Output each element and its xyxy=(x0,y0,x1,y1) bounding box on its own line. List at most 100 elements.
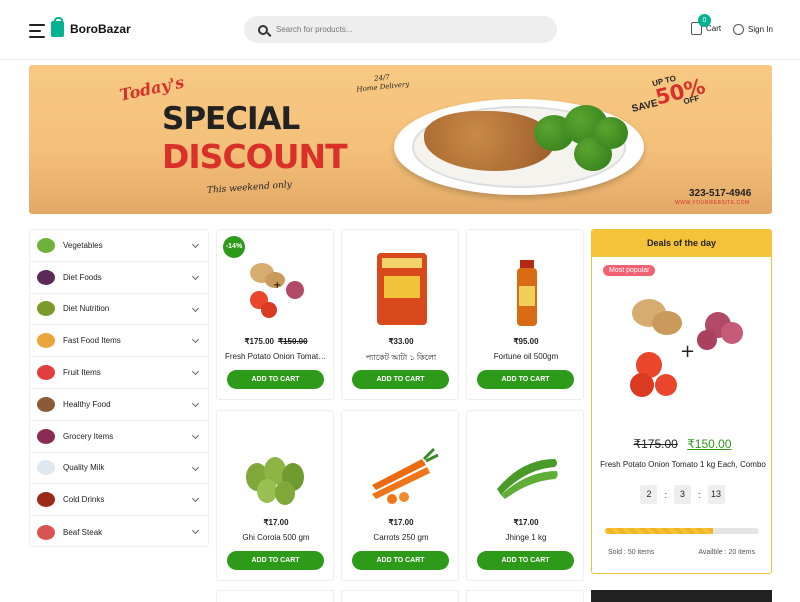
category-label: Fast Food Items xyxy=(63,336,121,346)
banner-discount: DISCOUNT xyxy=(162,137,348,176)
drink-icon xyxy=(37,492,55,508)
timer-separator: : xyxy=(664,489,667,500)
product-price: ₹17.00 xyxy=(467,518,585,527)
stock-progress-fill xyxy=(605,528,713,534)
chevron-down-icon[interactable] xyxy=(191,240,200,249)
product-card[interactable]: ₹17.00 Ghi Corola 500 gm ADD TO CART xyxy=(216,410,334,581)
current-price: ₹17.00 xyxy=(388,518,414,527)
category-label: Quality Milk xyxy=(63,463,105,473)
product-price: ₹95.00 xyxy=(467,337,585,346)
search-input[interactable] xyxy=(276,25,536,34)
add-to-cart-button[interactable]: ADD TO CART xyxy=(477,370,574,389)
timer-seconds: 13 xyxy=(707,485,725,504)
category-label: Beaf Steak xyxy=(63,527,103,537)
category-label: Cold Drinks xyxy=(63,495,105,505)
most-popular-badge: Most popular xyxy=(603,265,656,276)
chevron-down-icon[interactable] xyxy=(191,304,200,312)
cart-count-badge: 0 xyxy=(698,14,711,27)
chevron-down-icon[interactable] xyxy=(191,463,200,471)
chevron-down-icon[interactable] xyxy=(191,527,200,535)
banner-website: WWW.YOURWEBSITE.COM xyxy=(675,200,750,206)
search-icon[interactable] xyxy=(258,24,268,35)
old-price: ₹150.00 xyxy=(278,337,308,346)
product-card[interactable]: ₹17.00 Jhinge 1 kg ADD TO CART xyxy=(466,410,584,581)
deal-product-name[interactable]: Fresh Potato Onion Tomato 1 kg Each, Com… xyxy=(598,460,768,469)
milk-icon xyxy=(37,460,55,476)
chevron-down-icon[interactable] xyxy=(191,272,200,280)
category-label: Fruit Items xyxy=(63,368,101,378)
available-count: Availble : 20 items xyxy=(698,549,755,556)
add-to-cart-button[interactable]: ADD TO CART xyxy=(352,370,449,389)
deal-product-image[interactable]: + xyxy=(622,285,752,405)
banner-special: SPECIAL xyxy=(162,101,300,137)
watermelon-icon xyxy=(37,365,55,381)
product-image[interactable] xyxy=(217,419,335,509)
add-to-cart-button[interactable]: ADD TO CART xyxy=(477,551,574,570)
chevron-down-icon[interactable] xyxy=(191,368,200,376)
category-item-grocery-items[interactable]: Grocery Items xyxy=(30,421,208,453)
product-image[interactable] xyxy=(342,238,460,328)
site-header: BoroBazar Cart 0 Sign In xyxy=(0,0,800,60)
banner-todays: Today's xyxy=(117,72,186,105)
stock-progress-bar xyxy=(605,528,759,534)
svg-text:+: + xyxy=(273,280,281,291)
steak-icon xyxy=(37,524,55,540)
add-to-cart-button[interactable]: ADD TO CART xyxy=(352,551,449,570)
category-item-vegetables[interactable]: Vegetables xyxy=(30,230,208,262)
timer-minutes: 3 xyxy=(674,485,691,504)
chevron-down-icon[interactable] xyxy=(191,399,200,408)
category-label: Diet Foods xyxy=(63,272,102,282)
product-name[interactable]: Carrots 250 gm xyxy=(342,533,460,542)
deals-title: Deals of the day xyxy=(592,230,771,257)
category-item-fast-food-items[interactable]: Fast Food Items xyxy=(30,325,208,358)
product-card[interactable]: + -14% ₹175.00 ₹150.00 Fresh Potato Onion To… xyxy=(216,229,335,400)
chevron-down-icon[interactable] xyxy=(191,495,200,503)
timer-hours: 2 xyxy=(640,485,658,504)
product-image[interactable] xyxy=(467,419,585,509)
shopping-bag-icon xyxy=(51,17,64,37)
next-banner xyxy=(591,590,772,602)
product-image[interactable] xyxy=(342,419,460,509)
category-label: Healthy Food xyxy=(63,399,111,409)
hamburger-menu-icon[interactable] xyxy=(29,24,45,38)
current-price: ₹175.00 xyxy=(244,337,274,346)
product-name[interactable]: Jhinge 1 kg xyxy=(467,533,585,542)
deal-old-price: ₹175.00 xyxy=(633,437,678,451)
next-row-card xyxy=(466,590,584,602)
deal-countdown: 2 : 3 : 13 xyxy=(592,485,771,504)
search-bar[interactable] xyxy=(244,16,557,43)
product-card[interactable]: ₹33.00 প্যাকেট আটা ১ কিলো ADD TO CART xyxy=(341,229,459,400)
brand-logo[interactable]: BoroBazar xyxy=(51,17,131,37)
add-to-cart-button[interactable]: ADD TO CART xyxy=(227,370,324,389)
product-card[interactable]: ₹17.00 Carrots 250 gm ADD TO CART xyxy=(341,410,459,581)
chevron-down-icon[interactable] xyxy=(191,336,200,344)
category-item-diet-nutrition[interactable]: Diet Nutrition xyxy=(30,294,208,326)
product-price: ₹17.00 xyxy=(342,518,460,527)
product-price: ₹33.00 xyxy=(342,337,460,346)
discount-badge: -14% xyxy=(223,236,245,258)
category-item-cold-drinks[interactable]: Cold Drinks xyxy=(30,484,208,517)
user-icon xyxy=(733,24,744,35)
product-name[interactable]: Fortune oil 500gm xyxy=(467,352,585,361)
category-item-diet-foods[interactable]: Diet Foods xyxy=(30,262,208,294)
category-item-quality-milk[interactable]: Quality Milk xyxy=(30,453,208,485)
deal-new-price: ₹150.00 xyxy=(687,437,732,451)
sign-in-button[interactable]: Sign In xyxy=(733,24,773,35)
product-card[interactable]: ₹95.00 Fortune oil 500gm ADD TO CART xyxy=(466,229,584,400)
product-name[interactable]: Fresh Potato Onion Tomato 1 kg Each, Com… xyxy=(217,352,335,361)
broccoli-image xyxy=(594,117,628,149)
category-item-fruit-items[interactable]: Fruit Items xyxy=(30,357,208,389)
category-item-healthy-food[interactable]: Healthy Food xyxy=(30,389,208,421)
deals-of-the-day[interactable]: Deals of the day Most popular + ₹175.00 … xyxy=(591,229,772,574)
product-price: ₹17.00 xyxy=(217,518,335,527)
promo-banner[interactable]: Today's SPECIAL DISCOUNT This weekend on… xyxy=(29,65,772,214)
add-to-cart-button[interactable]: ADD TO CART xyxy=(227,551,324,570)
timer-separator: : xyxy=(698,489,701,500)
category-item-beaf-steak[interactable]: Beaf Steak xyxy=(30,516,208,548)
chevron-down-icon[interactable] xyxy=(191,431,200,439)
product-image[interactable] xyxy=(467,238,585,328)
product-name[interactable]: প্যাকেট আটা ১ কিলো xyxy=(342,352,460,365)
product-price: ₹175.00 ₹150.00 xyxy=(217,337,335,346)
brand-name: BoroBazar xyxy=(70,22,131,36)
product-name[interactable]: Ghi Corola 500 gm xyxy=(217,533,335,542)
